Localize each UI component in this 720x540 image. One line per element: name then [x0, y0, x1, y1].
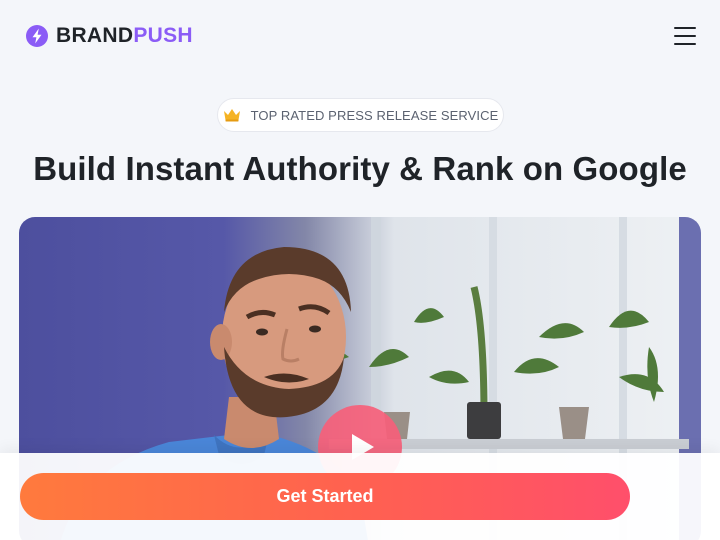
brand-logo[interactable]: BRANDPUSH: [26, 24, 193, 48]
menu-line: [674, 42, 696, 45]
menu-line: [674, 27, 696, 30]
brand-name: BRANDPUSH: [56, 24, 193, 48]
get-started-button[interactable]: Get Started: [20, 473, 630, 520]
badge-text: TOP RATED PRESS RELEASE SERVICE: [250, 107, 499, 123]
brand-name-part1: BRAND: [56, 24, 134, 47]
menu-line: [674, 34, 696, 38]
lightning-bolt-icon: [26, 25, 48, 47]
page-title: Build Instant Authority & Rank on Google: [33, 150, 687, 187]
top-rated-badge: TOP RATED PRESS RELEASE SERVICE: [217, 98, 504, 132]
hamburger-menu-icon[interactable]: [674, 27, 696, 45]
crown-icon: [223, 109, 240, 122]
site-header: BRANDPUSH: [0, 0, 720, 72]
brand-name-part2: PUSH: [133, 24, 193, 47]
